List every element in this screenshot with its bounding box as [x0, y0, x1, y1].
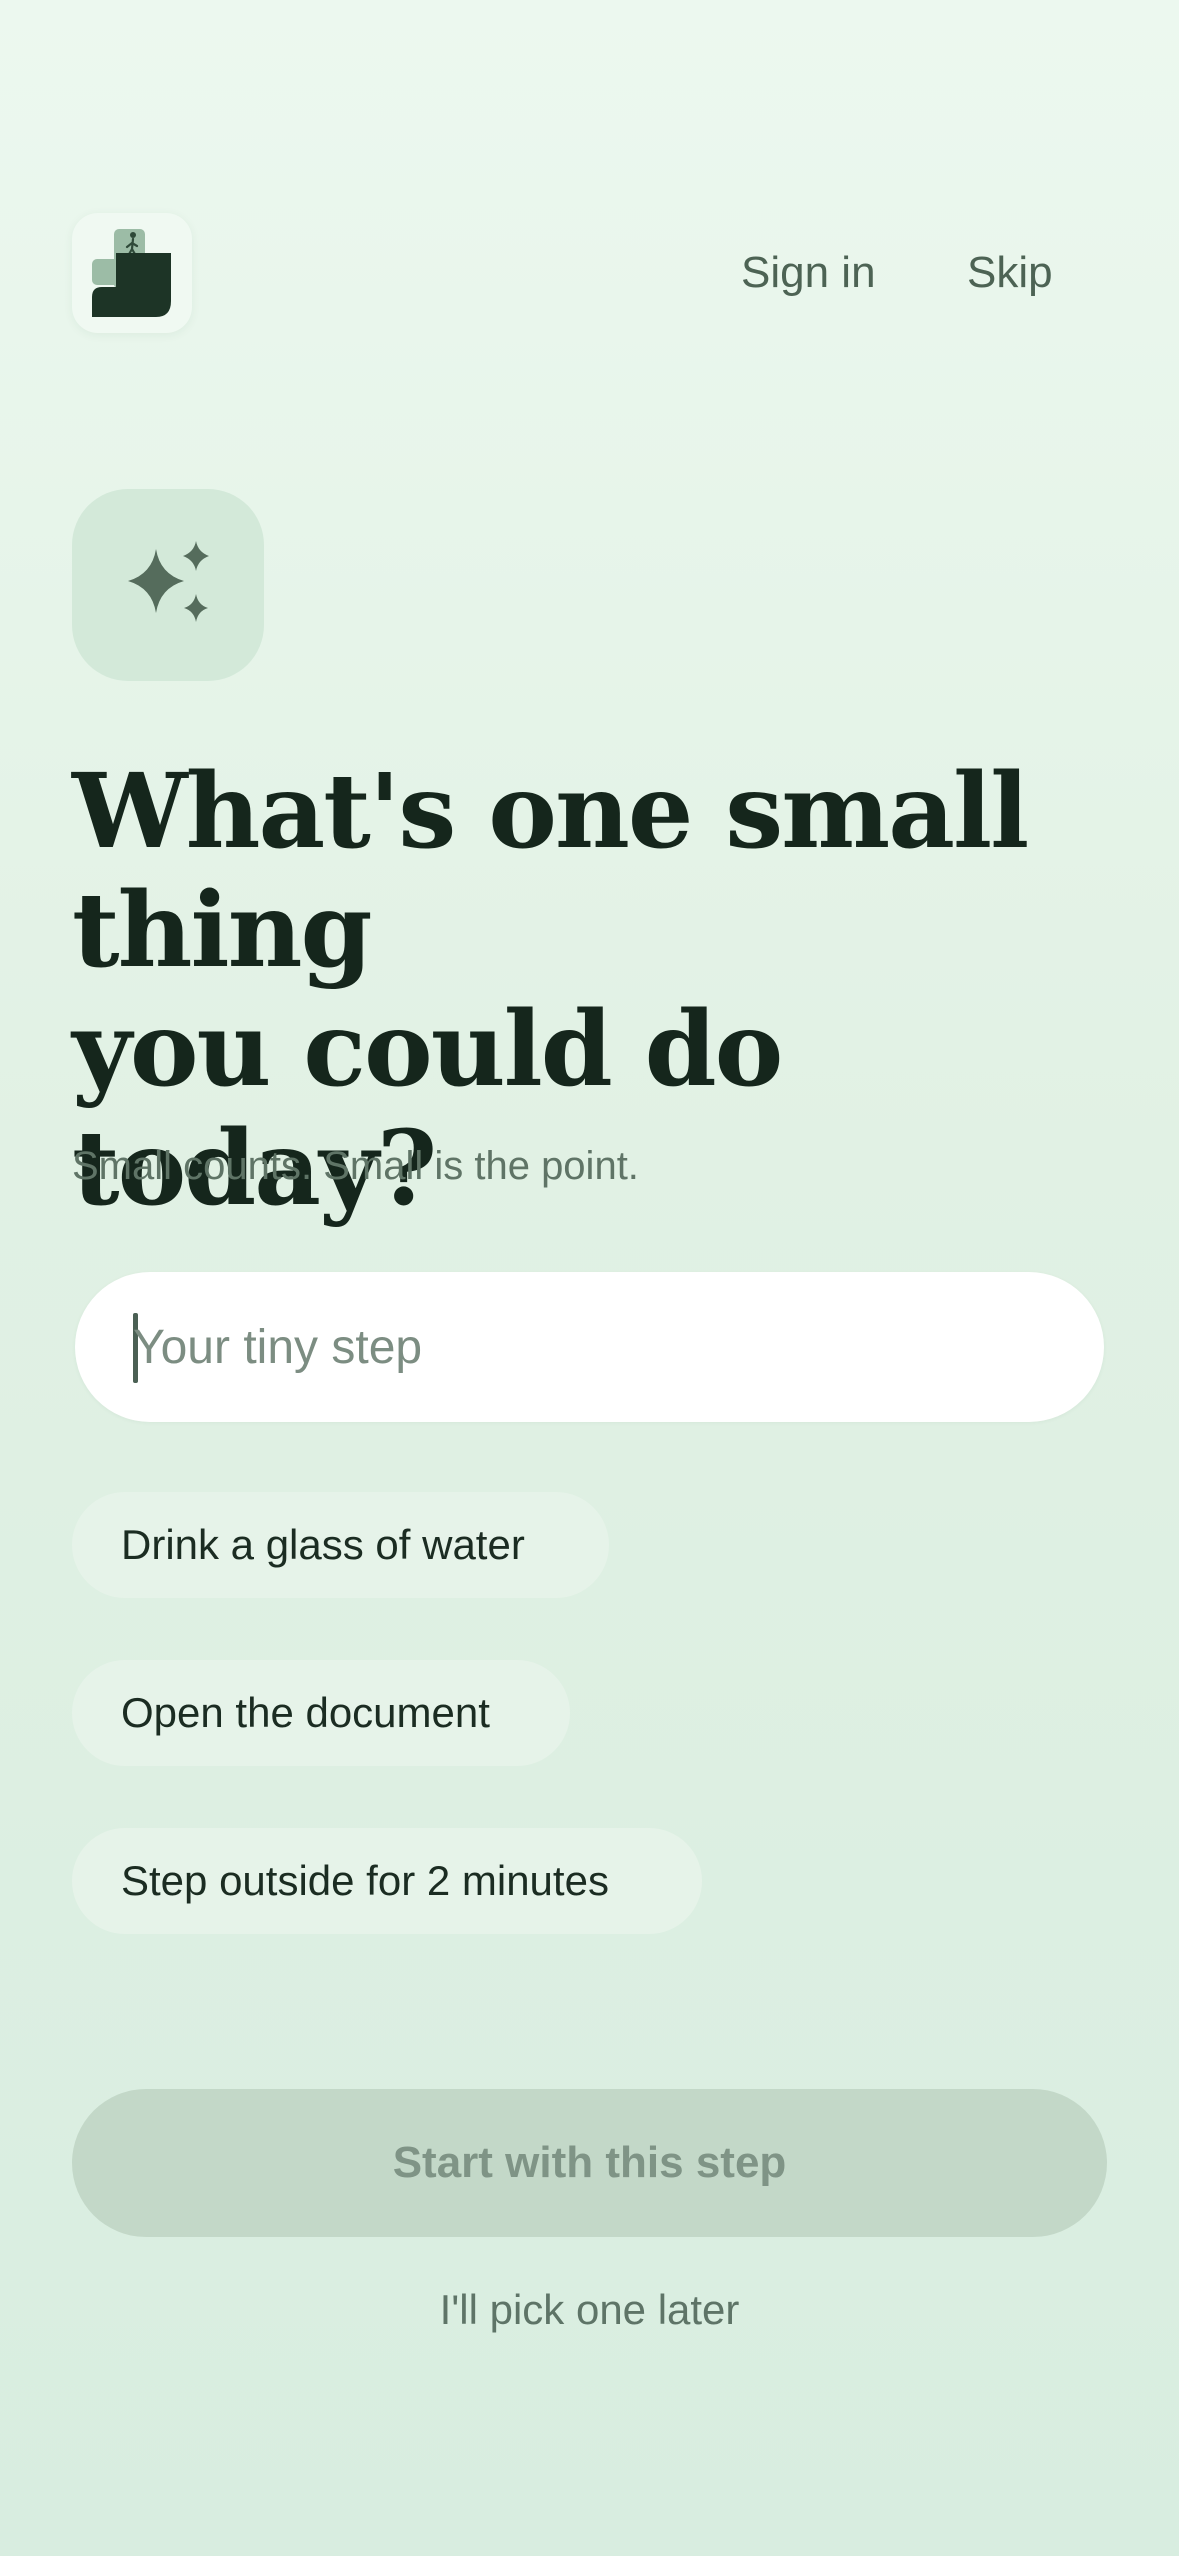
suggestion-chip-document[interactable]: Open the document: [72, 1660, 570, 1766]
skip-link[interactable]: Skip: [967, 245, 1053, 301]
suggestion-chip-water[interactable]: Drink a glass of water: [72, 1492, 609, 1598]
title-line-1: What's one small: [72, 751, 1029, 872]
tiny-step-input[interactable]: [133, 1272, 1053, 1422]
onboarding-screen: Sign in Skip What's one small thing you …: [0, 0, 1179, 2556]
subtitle: Small counts. Small is the point.: [72, 1144, 639, 1188]
pick-later-link[interactable]: I'll pick one later: [0, 2282, 1179, 2338]
tiny-step-field[interactable]: [75, 1272, 1104, 1422]
sign-in-link[interactable]: Sign in: [741, 245, 876, 301]
stairs-logo-icon: [72, 213, 192, 333]
title-line-2: thing: [72, 870, 373, 991]
start-step-button[interactable]: Start with this step: [72, 2089, 1107, 2237]
suggestion-chip-outside[interactable]: Step outside for 2 minutes: [72, 1828, 702, 1934]
title-line-3: you could do today?: [72, 989, 783, 1229]
sparkles-icon: [72, 489, 264, 681]
